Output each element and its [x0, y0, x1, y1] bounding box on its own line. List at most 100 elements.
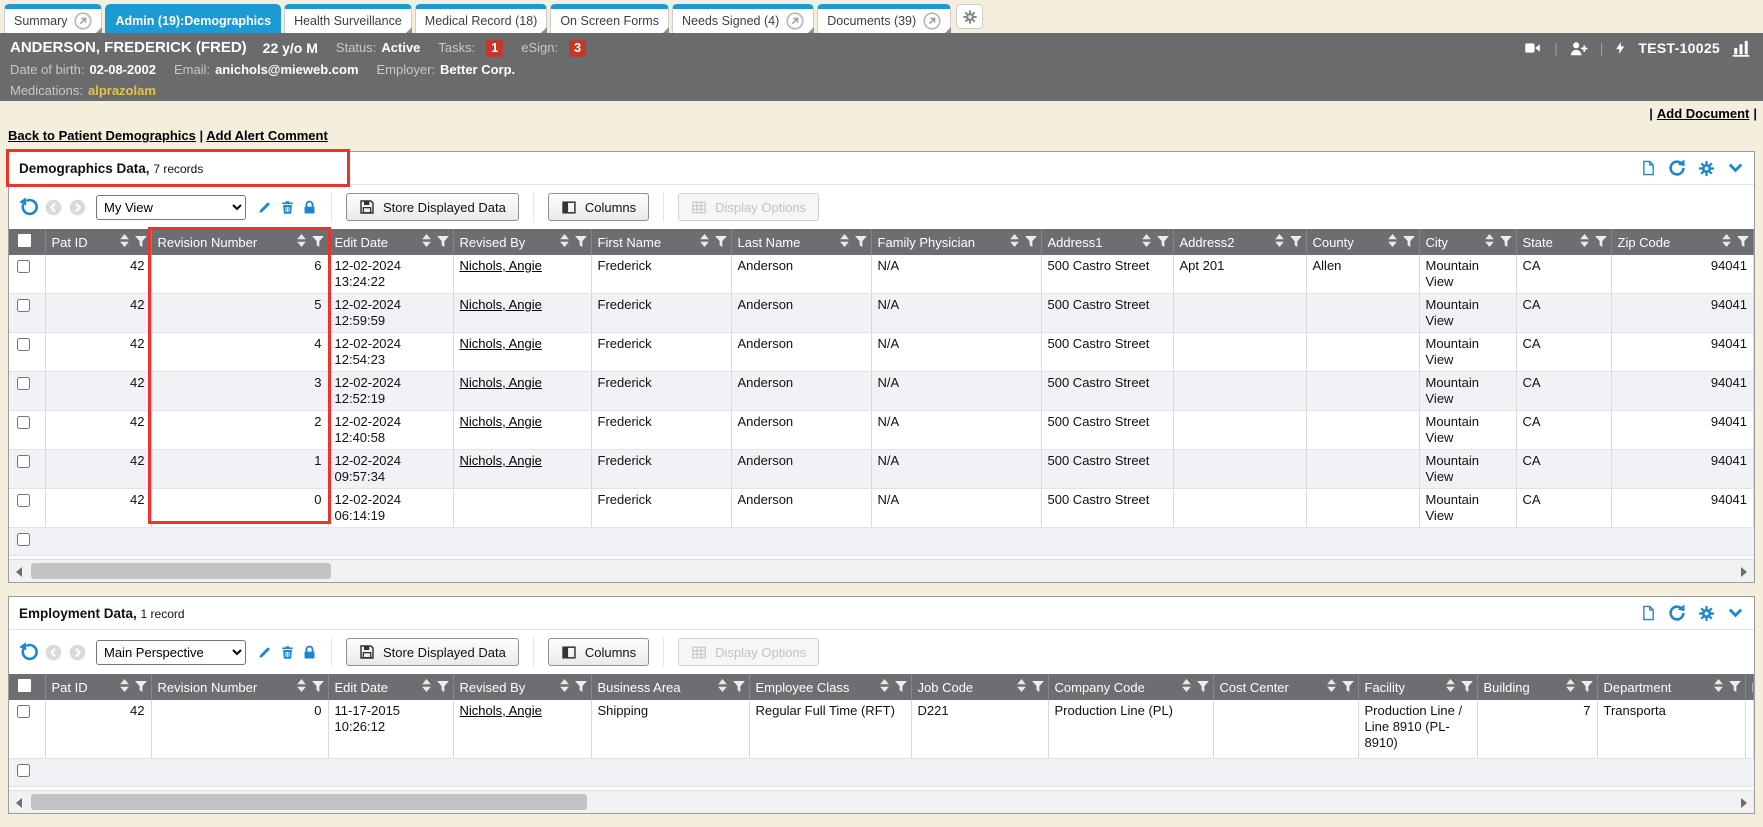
column-header-revised-by[interactable]: Revised By	[453, 229, 591, 255]
revised-by-link[interactable]: Nichols, Angie	[460, 453, 542, 468]
gear-icon[interactable]	[1698, 605, 1715, 622]
row-checkbox[interactable]	[17, 764, 30, 777]
column-label[interactable]: Revision Number	[158, 235, 258, 250]
sort-icon[interactable]	[1566, 679, 1575, 695]
sort-icon[interactable]	[560, 234, 569, 250]
revised-by-link[interactable]: Nichols, Angie	[460, 375, 542, 390]
sort-icon[interactable]	[1275, 234, 1284, 250]
filter-funnel-icon[interactable]	[1729, 680, 1741, 695]
scrollbar-thumb[interactable]	[31, 794, 587, 810]
sort-icon[interactable]	[1714, 679, 1723, 695]
sort-icon[interactable]	[422, 679, 431, 695]
sort-icon[interactable]	[1446, 679, 1455, 695]
sort-icon[interactable]	[1580, 234, 1589, 250]
sort-icon[interactable]	[1327, 679, 1336, 695]
column-label[interactable]: Employee Class	[756, 680, 850, 695]
column-header-last-name[interactable]: Last Name	[731, 229, 871, 255]
refresh-icon[interactable]	[1668, 604, 1686, 622]
edit-pencil-icon[interactable]	[256, 644, 273, 661]
filter-funnel-icon[interactable]	[312, 680, 324, 695]
sort-icon[interactable]	[1388, 234, 1397, 250]
filter-funnel-icon[interactable]	[1595, 235, 1607, 250]
add-document-link[interactable]: Add Document	[1657, 106, 1749, 121]
select-all-header[interactable]	[9, 229, 45, 255]
filter-funnel-icon[interactable]	[437, 235, 449, 250]
gear-icon[interactable]	[1698, 160, 1715, 177]
column-header-revised-by[interactable]: Revised By	[453, 674, 591, 700]
filter-funnel-icon[interactable]	[1290, 235, 1302, 250]
filter-funnel-icon[interactable]	[1157, 235, 1169, 250]
sort-icon[interactable]	[297, 679, 306, 695]
trash-icon[interactable]	[280, 199, 295, 216]
filter-funnel-icon[interactable]	[1403, 235, 1415, 250]
sort-icon[interactable]	[1142, 234, 1151, 250]
filter-funnel-icon[interactable]	[135, 235, 147, 250]
column-header-revision-number[interactable]: Revision Number	[151, 674, 328, 700]
column-label[interactable]: Pat ID	[52, 235, 88, 250]
column-header-edit-date[interactable]: Edit Date	[328, 229, 453, 255]
filter-funnel-icon[interactable]	[1737, 235, 1749, 250]
columns-button[interactable]: Columns	[548, 638, 649, 666]
sort-icon[interactable]	[880, 679, 889, 695]
sort-icon[interactable]	[1010, 234, 1019, 250]
tasks-badge[interactable]: 1	[486, 40, 503, 57]
store-displayed-data-button[interactable]: Store Displayed Data	[346, 193, 519, 221]
scroll-left-arrow[interactable]	[16, 798, 22, 808]
column-header-truncated[interactable]: H	[1745, 674, 1754, 700]
column-label[interactable]: City	[1426, 235, 1448, 250]
column-label[interactable]: Business Area	[598, 680, 681, 695]
sort-icon[interactable]	[1485, 234, 1494, 250]
column-header-pat-id[interactable]: Pat ID	[45, 674, 151, 700]
filter-funnel-icon[interactable]	[1500, 235, 1512, 250]
popout-icon[interactable]	[923, 12, 941, 30]
column-header-edit-date[interactable]: Edit Date	[328, 674, 453, 700]
lock-icon[interactable]	[302, 644, 317, 661]
column-label[interactable]: First Name	[598, 235, 662, 250]
column-label[interactable]: Family Physician	[878, 235, 976, 250]
column-label[interactable]: Company Code	[1055, 680, 1145, 695]
undo-icon[interactable]	[18, 197, 38, 217]
scroll-left-arrow[interactable]	[16, 567, 22, 577]
column-header-building[interactable]: Building	[1477, 674, 1597, 700]
scroll-right-arrow[interactable]	[1741, 798, 1747, 808]
scrollbar-thumb[interactable]	[31, 563, 331, 579]
filter-funnel-icon[interactable]	[1461, 680, 1473, 695]
filter-funnel-icon[interactable]	[733, 680, 745, 695]
esign-badge[interactable]: 3	[569, 40, 586, 57]
row-checkbox[interactable]	[17, 455, 30, 468]
refresh-icon[interactable]	[1668, 159, 1686, 177]
filter-funnel-icon[interactable]	[437, 680, 449, 695]
filter-funnel-icon[interactable]	[1581, 680, 1593, 695]
tab-settings-gear-button[interactable]	[956, 4, 983, 29]
view-selector[interactable]: Main Perspective	[96, 640, 246, 665]
bar-chart-icon[interactable]	[1731, 39, 1751, 57]
sort-icon[interactable]	[718, 679, 727, 695]
tab-on-screen-forms[interactable]: On Screen Forms	[550, 4, 669, 33]
popout-icon[interactable]	[786, 12, 804, 30]
tab-admin-19-demographics[interactable]: Admin (19):Demographics	[105, 4, 281, 33]
column-label[interactable]: Department	[1604, 680, 1672, 695]
column-header-address2[interactable]: Address2	[1173, 229, 1306, 255]
column-label[interactable]: Last Name	[738, 235, 801, 250]
lock-icon[interactable]	[302, 199, 317, 216]
column-label[interactable]: Pat ID	[52, 680, 88, 695]
column-header-job-code[interactable]: Job Code	[911, 674, 1048, 700]
filter-funnel-icon[interactable]	[1032, 680, 1044, 695]
filter-funnel-icon[interactable]	[575, 680, 587, 695]
row-checkbox[interactable]	[17, 299, 30, 312]
store-displayed-data-button[interactable]: Store Displayed Data	[346, 638, 519, 666]
column-header-address1[interactable]: Address1	[1041, 229, 1173, 255]
column-label[interactable]: Edit Date	[335, 235, 388, 250]
row-checkbox[interactable]	[17, 338, 30, 351]
popout-icon[interactable]	[74, 12, 92, 30]
column-header-zip-code[interactable]: Zip Code	[1611, 229, 1754, 255]
sort-icon[interactable]	[422, 234, 431, 250]
trash-icon[interactable]	[280, 644, 295, 661]
view-selector[interactable]: My View	[96, 195, 246, 220]
row-checkbox[interactable]	[17, 705, 30, 718]
sort-icon[interactable]	[840, 234, 849, 250]
sort-icon[interactable]	[1182, 679, 1191, 695]
tab-summary[interactable]: Summary	[4, 4, 102, 33]
filter-funnel-icon[interactable]	[575, 235, 587, 250]
select-all-header[interactable]	[9, 674, 45, 700]
